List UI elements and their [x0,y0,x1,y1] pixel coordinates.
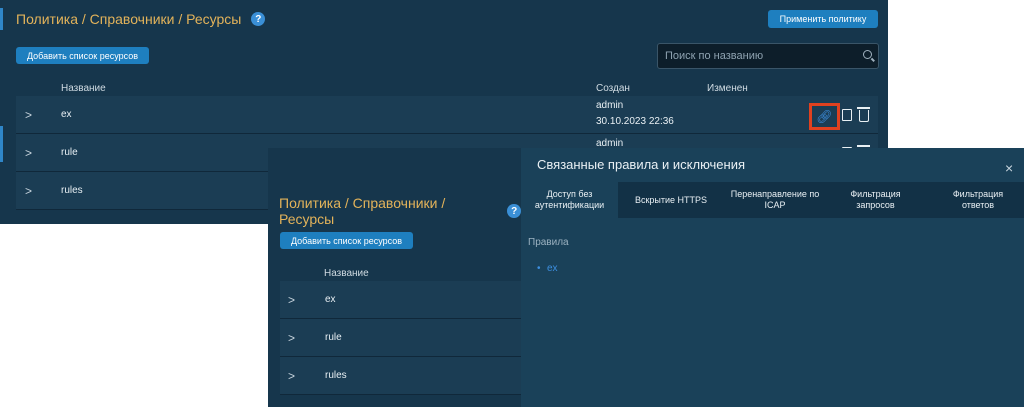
trash-icon[interactable] [857,107,870,122]
row-name: rules [325,370,347,381]
chevron-right-icon[interactable]: > [25,108,32,122]
column-header-created: Создан [596,83,630,94]
panel-title: Связанные правила и исключения [537,157,746,172]
column-header-name: Название [324,268,369,279]
left-edge-marker [0,126,3,162]
left-edge-marker [0,8,3,30]
tab-bar: Доступ без аутентификации Вскрытие HTTPS… [521,182,1024,218]
linked-rules-button[interactable]: 🔗︎ [809,103,840,130]
table-row[interactable]: > ex admin 30.10.2023 22:36 [16,96,878,134]
section-label: Правила [528,237,569,248]
row-name: rule [61,147,78,158]
help-icon[interactable]: ? [251,12,266,26]
tab-request-filtering[interactable]: Фильтрация запросов [830,182,921,218]
breadcrumb: Политика / Справочники / Ресурсы ? [16,11,266,27]
column-header-name: Название [61,83,106,94]
search-icon[interactable] [863,50,872,59]
chevron-right-icon[interactable]: > [25,184,32,198]
tab-icap-redirect[interactable]: Перенаправление по ICAP [726,182,824,218]
help-icon[interactable]: ? [507,204,521,218]
table-row[interactable]: > rule [280,319,521,357]
row-name: rules [61,185,83,196]
add-resource-list-button[interactable]: Добавить список ресурсов [280,232,413,249]
tab-https-inspection[interactable]: Вскрытие HTTPS [622,182,720,218]
copy-icon[interactable] [842,109,852,121]
add-resource-list-button[interactable]: Добавить список ресурсов [16,47,149,64]
column-header-changed: Изменен [707,83,748,94]
table-row[interactable]: > rules [280,357,521,395]
link-icon[interactable]: 🔗︎ [816,109,833,125]
row-name: rule [325,332,342,343]
linked-rules-panel: Связанные правила и исключения × Доступ … [521,148,1024,407]
row-name: ex [325,294,336,305]
row-created: admin 30.10.2023 22:36 [596,100,674,127]
tab-response-filtering[interactable]: Фильтрация ответов [936,182,1020,218]
chevron-right-icon[interactable]: > [288,331,295,345]
chevron-right-icon[interactable]: > [288,369,295,383]
close-icon[interactable]: × [1005,160,1013,176]
row-name: ex [61,109,72,120]
resources-list-area: Политика / Справочники / Ресурсы ? Добав… [268,148,521,407]
search-input[interactable]: Поиск по названию [657,43,879,69]
chevron-right-icon[interactable]: > [288,293,295,307]
breadcrumb: Политика / Справочники / Ресурсы ? [279,195,521,227]
tab-no-auth-access[interactable]: Доступ без аутентификации [521,182,618,218]
table-row[interactable]: > ex [280,281,521,319]
apply-policy-button[interactable]: Применить политику [768,10,878,28]
rule-link[interactable]: ex [537,263,557,274]
chevron-right-icon[interactable]: > [25,146,32,160]
